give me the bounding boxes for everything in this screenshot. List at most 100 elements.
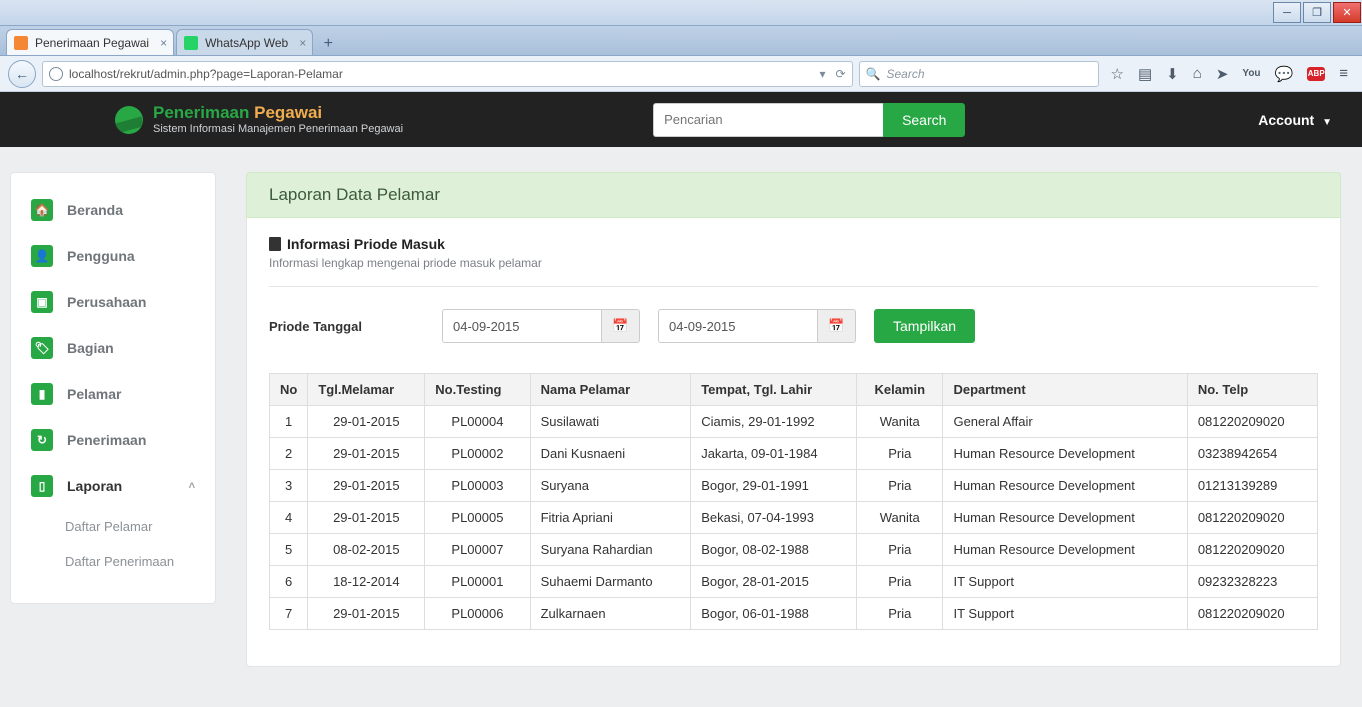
- document-icon: ▯: [31, 475, 53, 497]
- bar-chart-icon: ▮: [31, 383, 53, 405]
- globe-icon: [49, 67, 63, 81]
- url-text: localhost/rekrut/admin.php?page=Laporan-…: [69, 67, 343, 81]
- cell-telp: 081220209020: [1187, 406, 1317, 438]
- table-row: 508-02-2015PL00007Suryana RahardianBogor…: [270, 534, 1318, 566]
- cell-nama: Suryana Rahardian: [530, 534, 691, 566]
- cell-tgl: 29-01-2015: [308, 438, 425, 470]
- window-maximize-button[interactable]: ❐: [1303, 2, 1331, 23]
- calendar-icon[interactable]: 📅: [818, 309, 856, 343]
- browser-search-input[interactable]: 🔍 Search: [859, 61, 1099, 87]
- cell-no: 4: [270, 502, 308, 534]
- cell-dept: Human Resource Development: [943, 534, 1187, 566]
- page-title: Laporan Data Pelamar: [269, 185, 1318, 205]
- new-tab-button[interactable]: +: [315, 33, 341, 55]
- sidebar-sub-daftar-penerimaan[interactable]: Daftar Penerimaan: [11, 544, 215, 579]
- date-from-group: 📅: [442, 309, 640, 343]
- cell-kelamin: Wanita: [857, 406, 943, 438]
- sidebar-sub-daftar-pelamar[interactable]: Daftar Pelamar: [11, 509, 215, 544]
- user-icon: 👤: [31, 245, 53, 267]
- sidebar-item-beranda[interactable]: 🏠 Beranda: [11, 187, 215, 233]
- cell-testing: PL00001: [425, 566, 530, 598]
- cell-nama: Zulkarnaen: [530, 598, 691, 630]
- tag-icon: 🏷: [31, 337, 53, 359]
- window-minimize-button[interactable]: ─: [1273, 2, 1301, 23]
- date-from-input[interactable]: [442, 309, 602, 343]
- downloads-icon[interactable]: ⬇: [1166, 65, 1179, 83]
- cell-nama: Fitria Apriani: [530, 502, 691, 534]
- applicants-table: No Tgl.Melamar No.Testing Nama Pelamar T…: [269, 373, 1318, 630]
- app-search-input[interactable]: [653, 103, 883, 137]
- cell-dept: General Affair: [943, 406, 1187, 438]
- sidebar-item-label: Penerimaan: [67, 432, 146, 448]
- account-label: Account: [1258, 112, 1314, 128]
- search-icon: 🔍: [866, 67, 881, 81]
- hamburger-menu-icon[interactable]: ≡: [1339, 65, 1348, 82]
- cell-nama: Dani Kusnaeni: [530, 438, 691, 470]
- adblock-icon[interactable]: ABP: [1307, 67, 1325, 81]
- sidebar-item-perusahaan[interactable]: ▣ Perusahaan: [11, 279, 215, 325]
- cell-dept: Human Resource Development: [943, 502, 1187, 534]
- cell-no: 5: [270, 534, 308, 566]
- cell-tgl: 08-02-2015: [308, 534, 425, 566]
- browser-tabstrip: Penerimaan Pegawai × WhatsApp Web × +: [0, 26, 1362, 56]
- divider: [269, 286, 1318, 287]
- cell-dept: Human Resource Development: [943, 438, 1187, 470]
- cell-telp: 09232328223: [1187, 566, 1317, 598]
- browser-tab[interactable]: WhatsApp Web ×: [176, 29, 313, 55]
- library-icon[interactable]: ▤: [1138, 65, 1152, 83]
- nav-back-button[interactable]: ←: [8, 60, 36, 88]
- sidebar-item-label: Bagian: [67, 340, 114, 356]
- sidebar-item-label: Beranda: [67, 202, 123, 218]
- th-nama: Nama Pelamar: [530, 374, 691, 406]
- tab-close-icon[interactable]: ×: [160, 30, 167, 56]
- home-icon[interactable]: ⌂: [1193, 65, 1202, 82]
- sidebar-item-pengguna[interactable]: 👤 Pengguna: [11, 233, 215, 279]
- reload-icon[interactable]: ⟳: [835, 67, 845, 81]
- reader-mode-icon[interactable]: ▾: [819, 67, 825, 81]
- sidebar-item-bagian[interactable]: 🏷 Bagian: [11, 325, 215, 371]
- page-title-bar: Laporan Data Pelamar: [246, 172, 1341, 218]
- cell-kelamin: Wanita: [857, 502, 943, 534]
- sidebar-item-pelamar[interactable]: ▮ Pelamar: [11, 371, 215, 417]
- brand-word-a: Penerimaan: [153, 103, 249, 122]
- sidebar-item-label: Perusahaan: [67, 294, 146, 310]
- sidebar: 🏠 Beranda 👤 Pengguna ▣ Perusahaan 🏷 Bagi…: [10, 172, 216, 604]
- cell-ttl: Bogor, 08-02-1988: [691, 534, 857, 566]
- th-kelamin: Kelamin: [857, 374, 943, 406]
- cell-telp: 081220209020: [1187, 502, 1317, 534]
- account-menu[interactable]: Account ▼: [1258, 112, 1332, 128]
- window-close-button[interactable]: ✕: [1333, 2, 1361, 23]
- send-icon[interactable]: ➤: [1216, 65, 1229, 83]
- sidebar-item-label: Pelamar: [67, 386, 121, 402]
- cell-kelamin: Pria: [857, 534, 943, 566]
- url-input[interactable]: localhost/rekrut/admin.php?page=Laporan-…: [42, 61, 853, 87]
- app-search-button[interactable]: Search: [883, 103, 965, 137]
- table-row: 618-12-2014PL00001Suhaemi DarmantoBogor,…: [270, 566, 1318, 598]
- app-search: Search: [653, 103, 965, 137]
- th-ttl: Tempat, Tgl. Lahir: [691, 374, 857, 406]
- tab-favicon: [184, 36, 198, 50]
- youtube-icon[interactable]: You: [1242, 68, 1260, 79]
- section-subtitle: Informasi lengkap mengenai priode masuk …: [269, 256, 1318, 270]
- cell-nama: Susilawati: [530, 406, 691, 438]
- sidebar-item-penerimaan[interactable]: ↻ Penerimaan: [11, 417, 215, 463]
- cell-tgl: 29-01-2015: [308, 406, 425, 438]
- image-icon: ▣: [31, 291, 53, 313]
- app-brand: Penerimaan Pegawai Sistem Informasi Mana…: [153, 103, 403, 135]
- cell-no: 3: [270, 470, 308, 502]
- browser-tab-active[interactable]: Penerimaan Pegawai ×: [6, 29, 174, 55]
- table-row: 429-01-2015PL00005Fitria AprianiBekasi, …: [270, 502, 1318, 534]
- browser-address-bar: ← localhost/rekrut/admin.php?page=Lapora…: [0, 56, 1362, 92]
- tab-close-icon[interactable]: ×: [299, 30, 306, 56]
- cell-telp: 01213139289: [1187, 470, 1317, 502]
- cell-testing: PL00003: [425, 470, 530, 502]
- bookmark-star-icon[interactable]: ☆: [1111, 65, 1124, 83]
- sidebar-item-laporan[interactable]: ▯ Laporan ˄: [11, 463, 215, 509]
- tab-label: WhatsApp Web: [205, 30, 288, 56]
- chat-icon[interactable]: 💬: [1275, 65, 1294, 83]
- show-button[interactable]: Tampilkan: [874, 309, 975, 343]
- date-to-input[interactable]: [658, 309, 818, 343]
- calendar-icon[interactable]: 📅: [602, 309, 640, 343]
- table-header-row: No Tgl.Melamar No.Testing Nama Pelamar T…: [270, 374, 1318, 406]
- cell-kelamin: Pria: [857, 438, 943, 470]
